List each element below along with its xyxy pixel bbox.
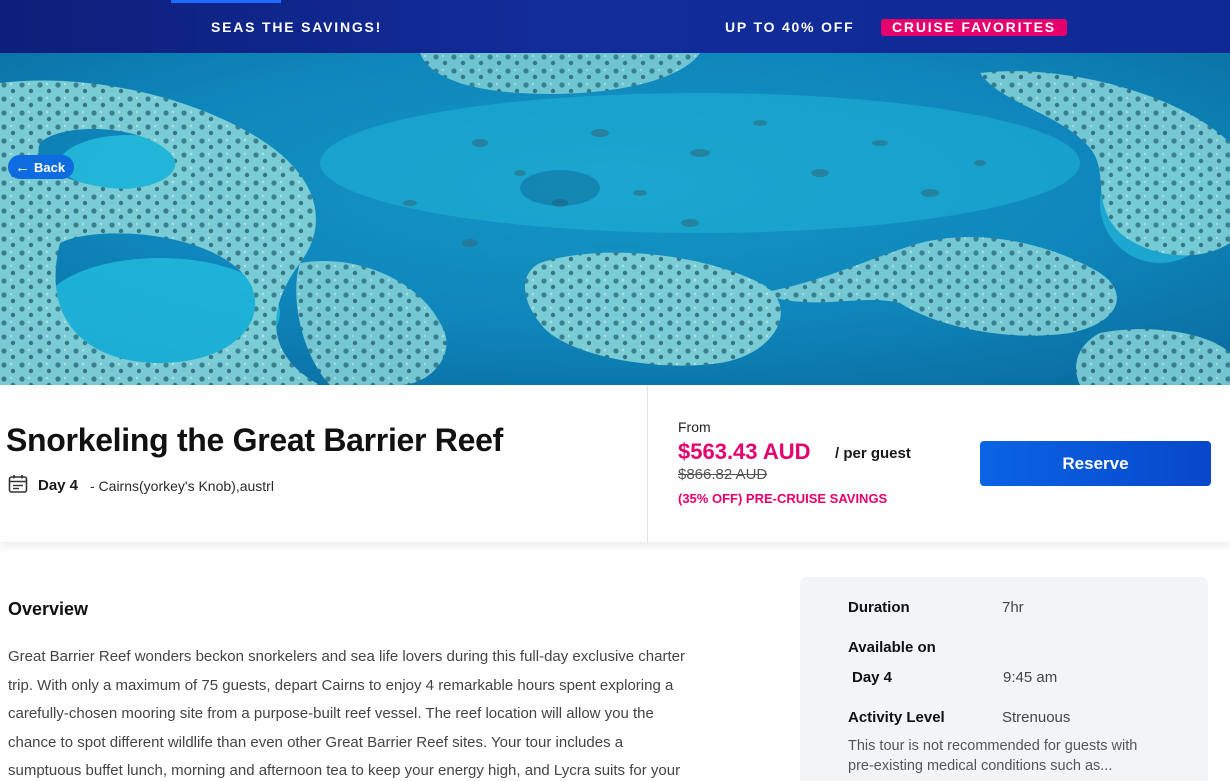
reserve-button[interactable]: Reserve <box>980 441 1211 486</box>
back-button-label: Back <box>34 159 66 175</box>
savings-label: (35% OFF) PRE-CRUISE SAVINGS <box>678 491 888 506</box>
promo-banner[interactable]: SEAS THE SAVINGS! UP TO 40% OFF CRUISE F… <box>0 0 1230 53</box>
promo-headline: SEAS THE SAVINGS! <box>211 19 383 35</box>
available-day: Day 4 <box>852 669 893 686</box>
overview-line: carefully-chosen mooring site from a pur… <box>8 705 654 722</box>
available-label: Available on <box>848 639 936 656</box>
overview-text: Great Barrier Reef wonders beckon snorke… <box>8 643 738 781</box>
duration-value: 7hr <box>1002 599 1024 616</box>
promo-accent-bar <box>171 0 281 3</box>
activity-note: This tour is not recommended for guests … <box>848 736 1188 776</box>
per-guest-label: / per guest <box>835 445 911 462</box>
overview-line: Great Barrier Reef wonders beckon snorke… <box>8 648 685 665</box>
reef-aerial-image <box>0 53 1230 385</box>
back-button[interactable]: ← Back <box>8 155 75 179</box>
available-time: 9:45 am <box>1003 669 1058 686</box>
duration-label: Duration <box>848 599 910 616</box>
tour-day: Day 4 <box>38 477 79 494</box>
tour-title: Snorkeling the Great Barrier Reef <box>6 422 503 458</box>
current-price: $563.43 AUD <box>678 439 811 464</box>
promo-discount-text: UP TO 40% OFF <box>725 19 855 35</box>
promo-badge[interactable]: CRUISE FAVORITES <box>881 19 1067 36</box>
price-from-label: From <box>678 419 711 435</box>
activity-note-line: pre-existing medical conditions such as.… <box>848 758 1113 774</box>
overview-heading: Overview <box>8 599 89 619</box>
activity-level-label: Activity Level <box>848 709 945 726</box>
activity-level-value: Strenuous <box>1002 709 1071 726</box>
overview-line: chance to spot different wildlife than e… <box>8 733 624 751</box>
arrow-left-icon: ← <box>15 158 30 176</box>
tour-info-bar: Snorkeling the Great Barrier Reef Day 4 … <box>0 385 1230 542</box>
calendar-icon <box>8 475 28 493</box>
activity-note-line: This tour is not recommended for guests … <box>848 738 1138 754</box>
original-price: $866.82 AUD <box>678 466 768 483</box>
hero-image: ← Back <box>0 53 1230 385</box>
tour-port: - Cairns(yorkey's Knob),austrl <box>90 478 274 494</box>
overview-line: sumptuous buffet lunch, morning and afte… <box>8 762 681 779</box>
info-divider <box>647 385 648 542</box>
tour-details-card: Duration 7hr Available on Day 4 9:45 am … <box>800 577 1208 781</box>
overview-line: trip. With only a maximum of 75 guests, … <box>8 676 674 694</box>
